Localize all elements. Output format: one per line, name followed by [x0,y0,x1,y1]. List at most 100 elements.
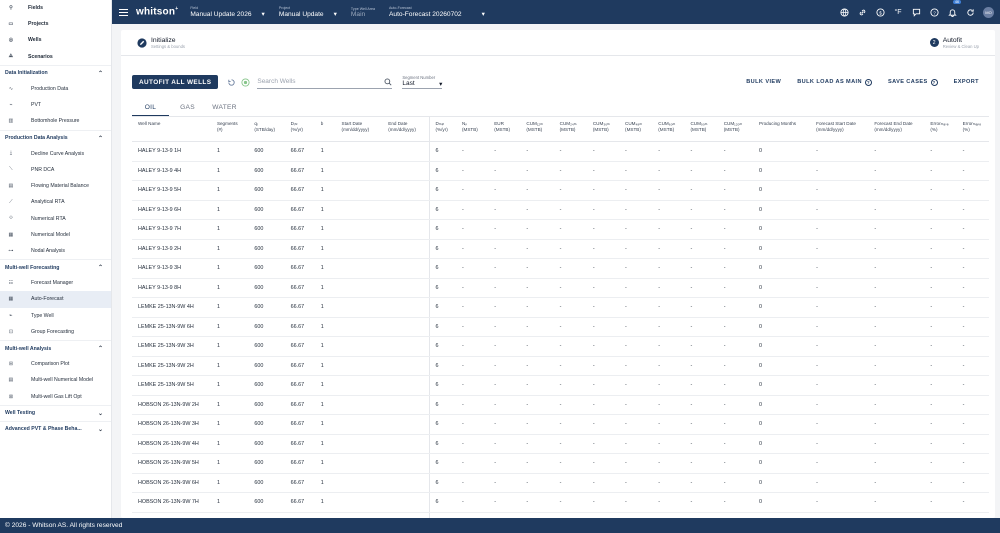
table-row[interactable]: HALEY 9-13-9 2H 1 600 66.67 1 6- - - - - - - - -0- - - - [132,239,989,259]
field-select[interactable]: Field Manual Update 2026 ▾ [190,6,265,18]
column-header[interactable]: Start Date (mm/dd/yyyy) [335,116,383,142]
column-header[interactable]: End Date (mm/dd/yyyy) [382,116,430,142]
sidebar-section-multi-well-analysis[interactable]: Multi-well Analysis ⌃ [0,339,111,356]
table-row[interactable]: HALEY 9-13-9 1H 1 600 66.67 1 6- - - - - - - - -0- - - - [132,141,989,162]
sidebar-section-advanced-pvt-phase-beha[interactable]: Advanced PVT & Phase Beha... ⌄ [0,420,111,437]
project-select[interactable]: Project Manual Update ▾ [279,6,337,18]
column-header[interactable]: Forecast Start Date (mm/dd/yyyy) [810,116,869,142]
sidebar-item-pvt[interactable]: ⌁ PVT [0,97,111,113]
table-row[interactable]: HALEY 9-13-9 7H 1 600 66.67 1 6- - - - - - - - -0- - - - [132,219,989,240]
column-header[interactable]: b [314,116,336,142]
globe-icon[interactable] [839,7,849,17]
well-name-cell[interactable]: HALEY 9-13-9 1H [132,141,211,162]
column-header[interactable]: EUR (MSTB) [488,116,521,142]
column-header[interactable]: CUM₉₀ₘ (MSTB) [684,116,718,142]
sidebar-item-multi-well-gas-lift-opt[interactable]: ⊠ Multi-well Gas Lift Opt [0,389,111,405]
sidebar-section-data-initialization[interactable]: Data Initialization ⌃ [0,64,111,81]
column-header[interactable]: Segments (#) [210,116,249,142]
status-ok-icon[interactable] [240,77,250,87]
column-header[interactable]: CUM₃₆ₘ (MSTB) [586,116,620,142]
sidebar-item-forecast-manager[interactable]: ☷ Forecast Manager [0,275,111,291]
tab-water[interactable]: WATER [206,102,243,116]
step-initialize[interactable]: Initialize Settings & bounds [137,37,185,49]
well-name-cell[interactable]: HALEY 9-13-9 6H [132,200,211,220]
column-header[interactable]: qᵢ (STB/day) [248,116,285,142]
sidebar-item-production-data[interactable]: ∿ Production Data [0,81,111,97]
dollar-icon[interactable]: $ [875,7,885,17]
sidebar-item-scenarios[interactable]: ⟁ Scenarios [0,49,111,65]
table-row[interactable]: HOBSON 26-13N-9W 5H 1 600 66.67 1 6- - - - - - - - -0… [132,453,989,474]
well-name-cell[interactable]: HOBSON 26-13N-9W 4H [132,434,211,454]
app-logo[interactable]: whitson+ [136,6,178,17]
column-header[interactable]: Errorₘₐₛₑ (%) [924,116,957,142]
column-header[interactable]: Dᵢₙₜ (%/yr) [284,116,315,142]
segment-number-select[interactable]: Segment Number Last ▾ [402,75,443,89]
well-name-cell[interactable]: HALEY 9-13-9 5H [132,180,211,201]
table-row[interactable]: HALEY 9-13-9 6H 1 600 66.67 1 6- - - - - - - - -0- - - - [132,200,989,220]
table-row[interactable]: LEMKE 25-13N-9W 2H 1 600 66.67 1 6- - - - - - - - -0-… [132,356,989,376]
table-row[interactable]: LEMKE 25-13N-9W 4H 1 600 66.67 1 6- - - - - - - - -0-… [132,297,989,318]
well-name-cell[interactable]: HALEY 9-13-9 8H [132,278,211,298]
auto-forecast-select[interactable]: Auto-Forecast Auto-Forecast 20260702 ▾ [389,6,485,18]
well-name-cell[interactable]: HALEY 9-13-9 2H [132,239,211,259]
table-row[interactable]: HOBSON 26-13N-9W 2H 1 600 66.67 1 6- - - - - - - - -0… [132,395,989,415]
well-name-cell[interactable]: LEMKE 25-13N-9W 3H [132,336,211,357]
well-name-cell[interactable]: HOBSON 26-13N-9W 2H [132,395,211,415]
table-row[interactable]: HOBSON 26-13N-9W 7H 1 600 66.67 1 6- - - - - - - - -0… [132,492,989,513]
save-cases-button[interactable]: SAVE CASES? [888,78,938,86]
well-name-cell[interactable]: HOBSON 26-13N-9W 6H [132,473,211,493]
feedback-icon[interactable] [911,7,921,17]
column-header[interactable]: Dₘᵢₙ (%/yr) [428,116,457,142]
well-name-cell[interactable]: HALEY 9-13-9 3H [132,258,211,279]
menu-icon[interactable] [119,8,128,16]
column-header[interactable]: CUM₂₄ₘ (MSTB) [553,116,587,142]
table-row[interactable]: HOBSON 26-13N-9W 6H 1 600 66.67 1 6- - - - - - - - -0… [132,473,989,493]
sidebar-item-decline-curve-analysis[interactable]: ⤓ Decline Curve Analysis [0,146,111,162]
column-header[interactable]: CUM₁₂₀ₘ (MSTB) [717,116,754,142]
help-icon[interactable]: ? [929,7,939,17]
table-row[interactable]: HALEY 9-13-9 4H 1 600 66.67 1 6- - - - - - - - -0- - - - [132,161,989,181]
search-input[interactable]: Search Wells [257,76,393,89]
column-header[interactable]: Errorₘₐₚₑ (%) [956,116,989,142]
sidebar-section-production-data-analysis[interactable]: Production Data Analysis ⌃ [0,129,111,146]
well-name-cell[interactable]: HALEY 9-13-9 7H [132,219,211,240]
sidebar-section-well-testing[interactable]: Well Testing ⌄ [0,404,111,421]
table-row[interactable]: LEMKE 25-13N-9W 3H 1 600 66.67 1 6- - - - - - - - -0-… [132,336,989,357]
sidebar-item-analytical-rta[interactable]: ⟋ Analytical RTA [0,194,111,210]
sidebar-item-bottomhole-pressure[interactable]: ▥ Bottomhole Pressure [0,113,111,129]
table-row[interactable]: HALEY 9-13-9 5H 1 600 66.67 1 6- - - - - - - - -0- - - - [132,180,989,201]
sidebar-item-auto-forecast[interactable]: ▦ Auto-Forecast [0,291,111,308]
well-name-cell[interactable]: HOBSON 26-13N-9W 5H [132,453,211,474]
step-autofit[interactable]: 2 Autofit Review & Clean Up [929,37,979,49]
avatar[interactable]: MO [983,6,994,18]
sidebar-item-comparison-plot[interactable]: ⊞ Comparison Plot [0,356,111,372]
well-name-cell[interactable]: HOBSON 26-13N-9W 7H [132,492,211,513]
bulk-view-button[interactable]: BULK VIEW [746,79,781,85]
sidebar-item-pnr-dca[interactable]: ⟍ PNR DCA [0,162,111,178]
bulk-load-main-button[interactable]: BULK LOAD AS MAIN? [797,78,872,86]
sidebar-item-numerical-rta[interactable]: ⟐ Numerical RTA [0,210,111,226]
well-name-cell[interactable]: LEMKE 25-13N-9W 6H [132,317,211,337]
well-name-cell[interactable]: LEMKE 25-13N-9W 2H [132,356,211,376]
autofit-all-wells-button[interactable]: AUTOFIT ALL WELLS [132,75,219,89]
sidebar-item-type-well[interactable]: ⟀ Type Well [0,308,111,324]
sidebar-item-flowing-material-balance[interactable]: ▤ Flowing Material Balance [0,178,111,194]
sidebar-item-wells[interactable]: ◎ Wells [0,32,111,48]
sidebar-item-nodal-analysis[interactable]: ⊶ Nodal Analysis [0,243,111,259]
column-header[interactable]: Forecast End Date (mm/dd/yyyy) [868,116,925,142]
column-header[interactable]: Producing Months [753,116,811,142]
table-row[interactable]: LEMKE 25-13N-9W 6H 1 600 66.67 1 6- - - - - - - - -0-… [132,317,989,337]
well-name-cell[interactable]: LEMKE 25-13N-9W 4H [132,297,211,318]
table-row[interactable]: HALEY 9-13-9 8H 1 600 66.67 1 6- - - - - - - - -0- - - - [132,278,989,298]
refresh-icon[interactable] [965,7,975,17]
well-name-cell[interactable]: HALEY 9-13-9 4H [132,161,211,181]
table-row[interactable]: LEMKE 25-13N-9W 5H 1 600 66.67 1 6- - - - - - - - -0-… [132,375,989,396]
table-row[interactable]: HOBSON 26-13N-9W 3H 1 600 66.67 1 6- - - - - - - - -0… [132,414,989,435]
help-icon[interactable]: ? [930,78,938,86]
column-header[interactable]: CUM₁₂ₘ (MSTB) [520,116,554,142]
help-icon[interactable]: ? [864,78,872,86]
table-row[interactable]: HOBSON 26-13N-9W 4H 1 600 66.67 1 6- - - - - - - - -0… [132,434,989,454]
column-header[interactable]: CUM₄₈ₘ (MSTB) [619,116,653,142]
column-header[interactable]: Nₚ (MSTB) [456,116,489,142]
well-name-cell[interactable]: HOBSON 26-13N-9W 3H [132,414,211,435]
